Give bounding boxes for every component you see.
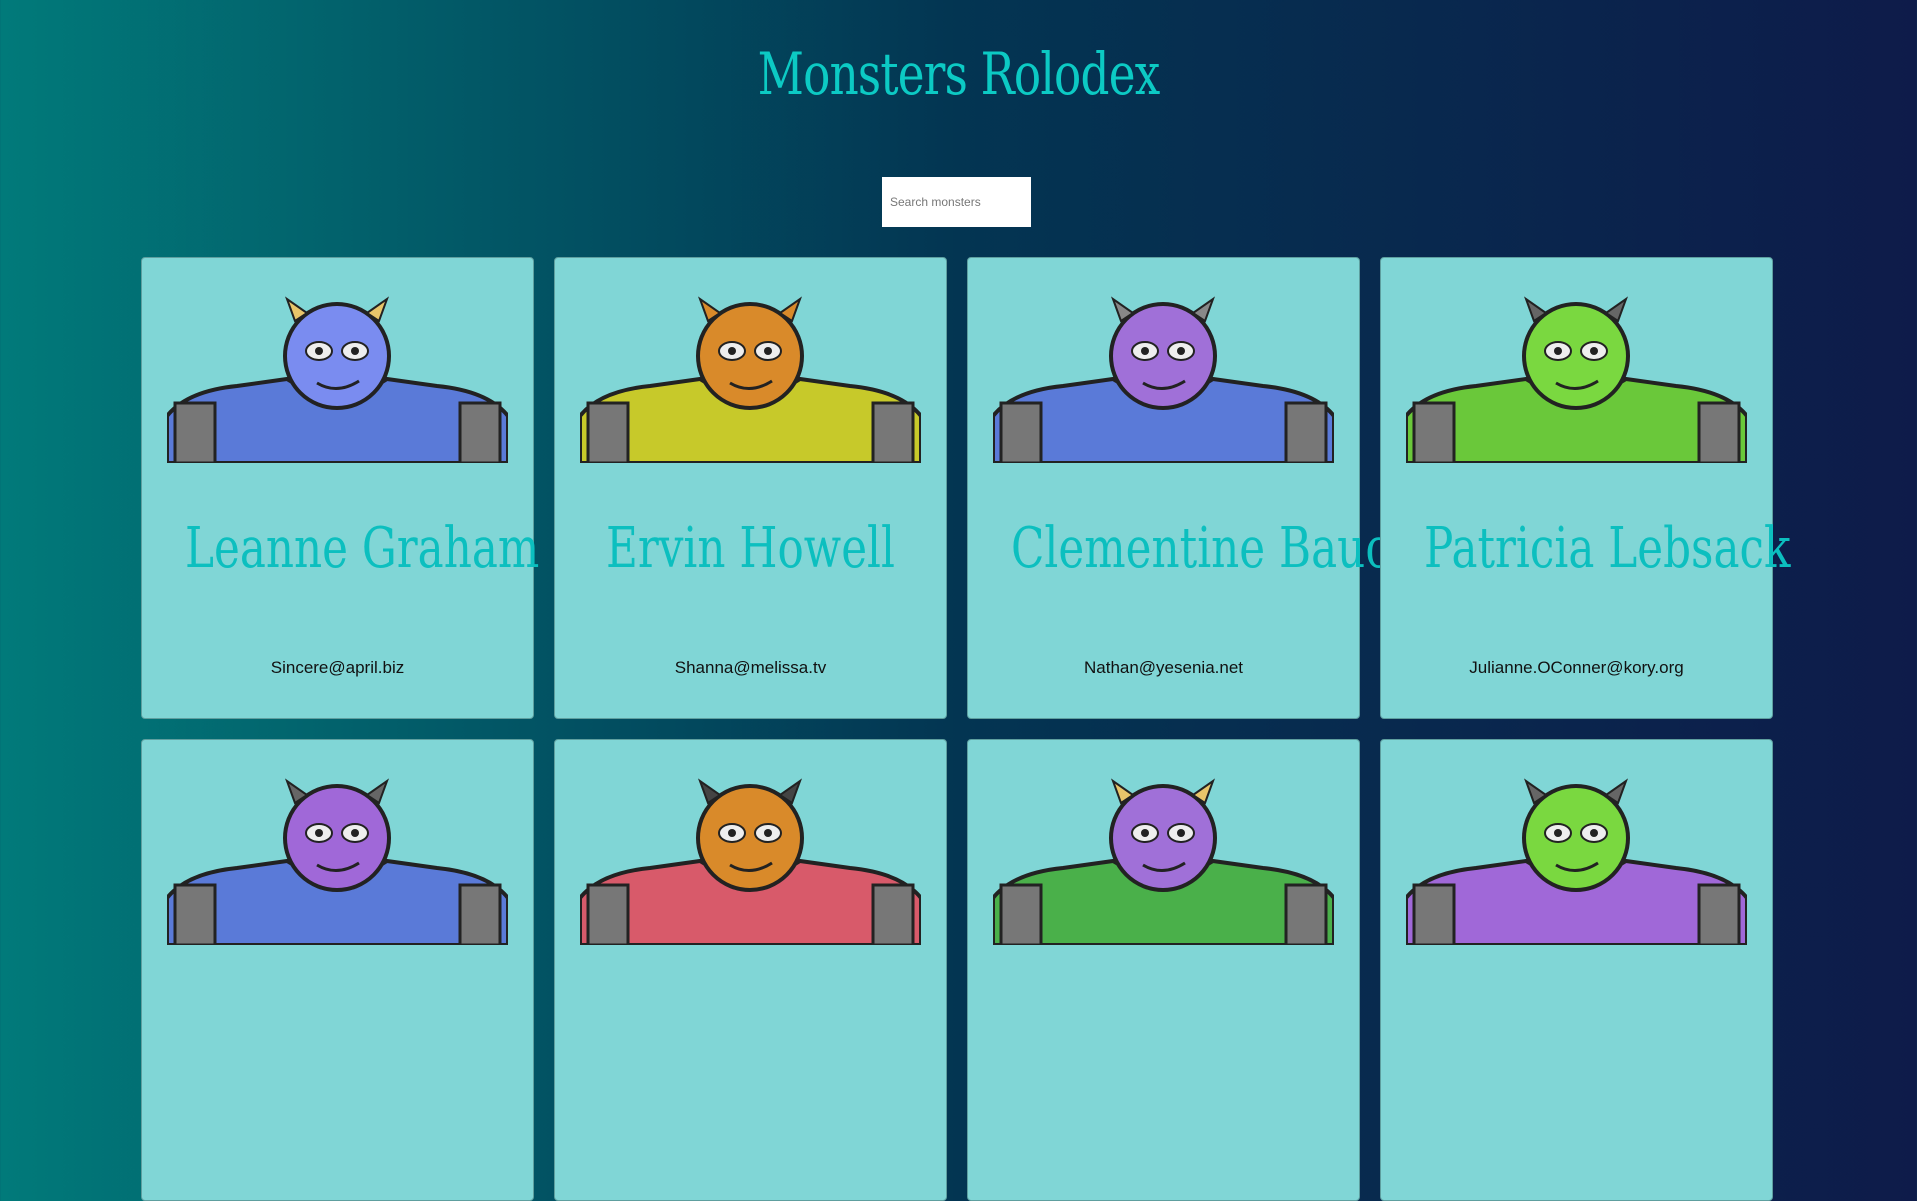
shoulder-pad [1697,401,1741,463]
monster-email: Nathan@yesenia.net [1083,658,1244,677]
monster-head [696,784,804,892]
monster-head [1522,302,1630,410]
monster-pupil [315,829,323,837]
card-list: Leanne Graham Sincere@april.biz Ervin Ho… [141,257,1791,1201]
monster-pupil [351,347,359,355]
monster-card[interactable]: Clementine Bauch Nathan@yesenia.net [967,257,1418,719]
monster-pupil [1177,829,1185,837]
monster-head [1522,784,1630,892]
shoulder-pad [173,883,217,945]
shoulder-pad [458,883,502,945]
monster-card[interactable]: Ervin Howell Shanna@melissa.tv [554,257,947,719]
shoulder-pad [1412,401,1456,463]
monster-card[interactable] [141,739,534,1201]
monster-pupil [1177,347,1185,355]
monster-card[interactable] [1380,739,1773,1201]
monster-card[interactable] [967,739,1360,1201]
monster-pupil [351,829,359,837]
monster-pupil [1590,829,1598,837]
monster-avatar [1406,778,1747,945]
monster-head [1109,784,1217,892]
monster-avatar [580,296,921,463]
page-title: Monsters Rolodex [757,40,1161,108]
monster-email: Sincere@april.biz [270,658,405,677]
shoulder-pad [586,401,630,463]
shoulder-pad [1284,883,1328,945]
shoulder-pad [1412,883,1456,945]
monster-pupil [1554,829,1562,837]
monster-head [696,302,804,410]
monster-name: Ervin Howell [605,516,895,581]
monster-card[interactable] [554,739,947,1201]
search-input[interactable] [882,177,1031,227]
monster-name: Patricia Lebsack [1424,516,1791,581]
monster-avatar [167,296,508,463]
monster-name: Leanne Graham [185,516,540,581]
monster-pupil [1590,347,1598,355]
monster-avatar [167,778,508,945]
monster-card[interactable]: Leanne Graham Sincere@april.biz [141,257,540,719]
shoulder-pad [871,401,915,463]
shoulder-pad [586,883,630,945]
monster-avatar [993,778,1334,945]
monster-card[interactable]: Patricia Lebsack Julianne.OConner@kory.o… [1380,257,1791,719]
monster-email: Julianne.OConner@kory.org [1469,658,1684,677]
shoulder-pad [871,883,915,945]
shoulder-pad [1284,401,1328,463]
monster-pupil [315,347,323,355]
monster-email: Shanna@melissa.tv [674,658,827,677]
monster-pupil [1141,347,1149,355]
monster-pupil [728,829,736,837]
shoulder-pad [173,401,217,463]
monster-pupil [728,347,736,355]
monster-avatar [993,296,1334,463]
shoulder-pad [999,401,1043,463]
monster-pupil [764,347,772,355]
monster-pupil [1554,347,1562,355]
monster-avatar [580,778,921,945]
monster-name: Clementine Bauch [1011,516,1418,581]
monster-avatar [1406,296,1747,463]
shoulder-pad [999,883,1043,945]
monster-head [283,302,391,410]
shoulder-pad [1697,883,1741,945]
monster-head [1109,302,1217,410]
monster-head [283,784,391,892]
monster-pupil [1141,829,1149,837]
shoulder-pad [458,401,502,463]
monster-pupil [764,829,772,837]
